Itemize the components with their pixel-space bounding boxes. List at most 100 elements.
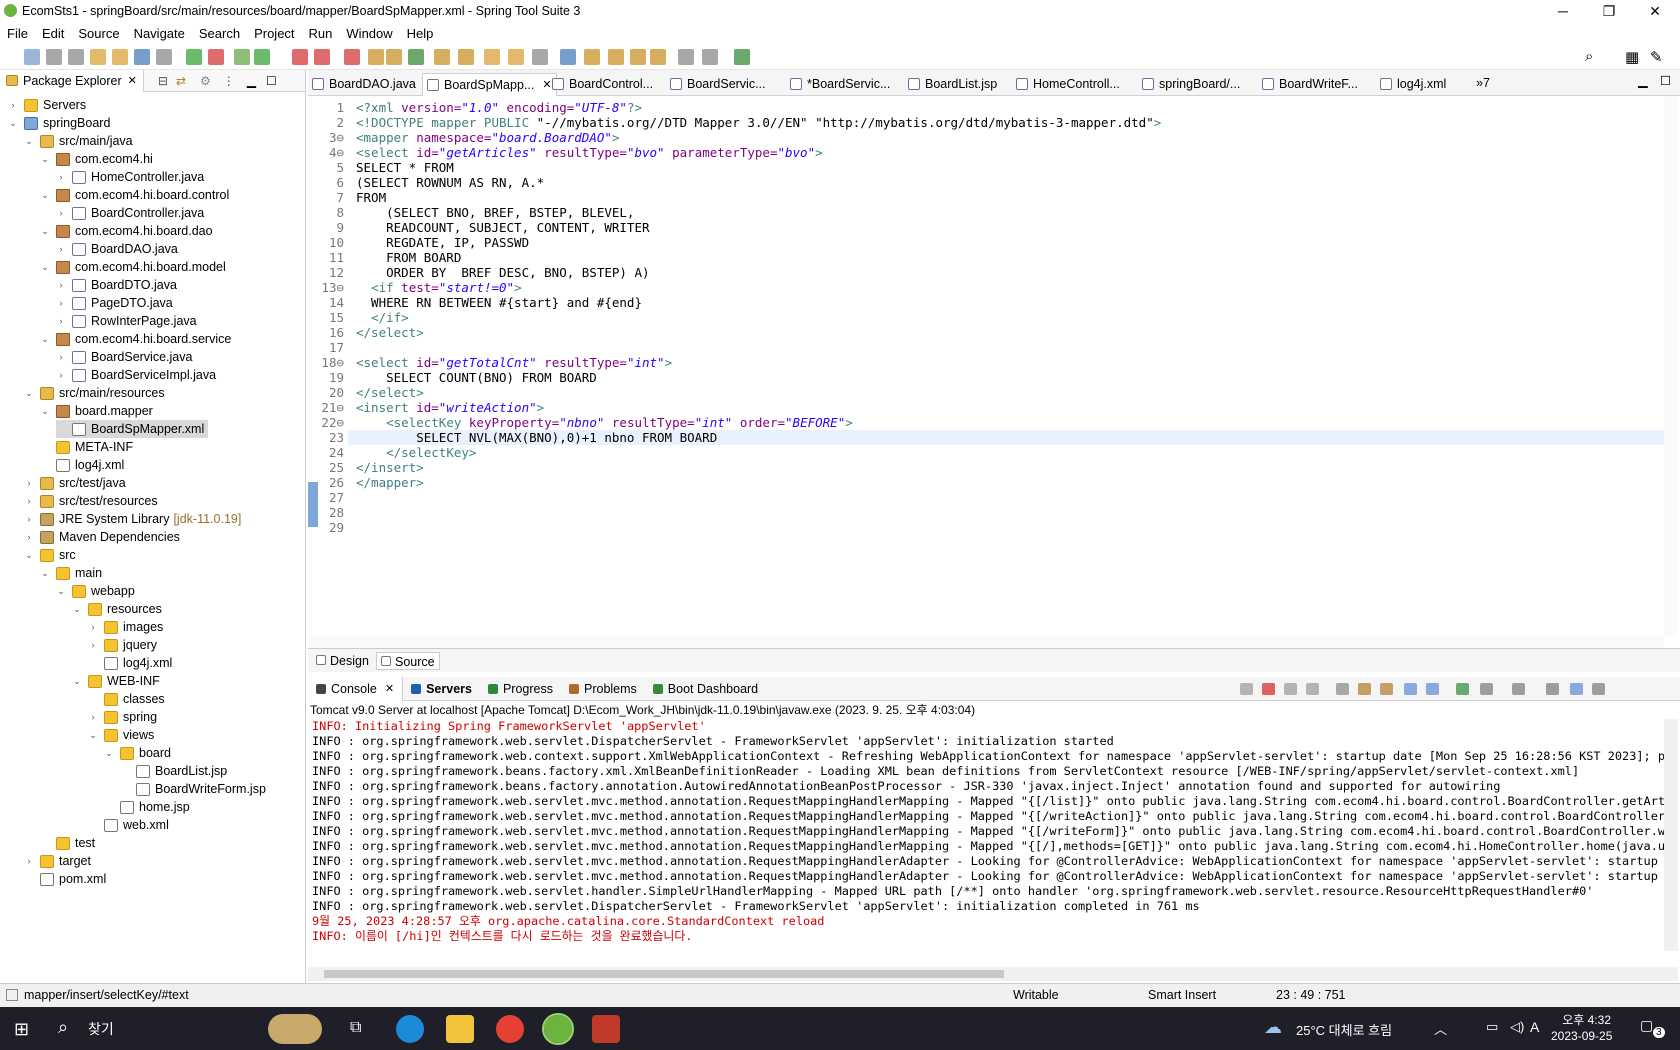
console-horizontal-scrollbar[interactable] [308,967,1678,981]
tree-item[interactable]: home.jsp [104,798,190,816]
editor-tab[interactable]: log4j.xml [1380,74,1446,94]
code-line[interactable]: SELECT NVL(MAX(BNO),0)+1 nbno FROM BOARD [356,430,717,445]
toolbar-button-icon[interactable] [560,49,576,65]
chevron-right-icon[interactable]: › [56,244,66,254]
tab-design[interactable]: Design [312,652,373,670]
spacer[interactable] [88,820,98,830]
weather-text[interactable]: 25°C 대체로 흐림 [1296,1020,1392,1039]
tree-item[interactable]: › RowInterPage.java [56,312,197,330]
menu-search[interactable]: Search [192,26,247,41]
chevron-down-icon[interactable]: ⌄ [24,550,34,560]
tab-console[interactable]: Console ✕ [308,676,404,701]
tab-progress[interactable]: Progress [480,677,561,701]
tab-boot-dashboard[interactable]: Boot Dashboard [645,677,766,701]
network-icon[interactable]: ▭ [1486,1019,1498,1035]
code-line[interactable]: <select id="getTotalCnt" resultType="int… [356,355,672,370]
toolbar-button-icon[interactable] [508,49,524,65]
tree-item[interactable]: ⌄ main [40,564,102,582]
spring-perspective-icon[interactable]: ✎ [1650,48,1663,66]
editor-tab[interactable]: BoardWriteF... [1262,74,1358,94]
menu-edit[interactable]: Edit [35,26,71,41]
tree-item[interactable]: classes [88,690,165,708]
menu-file[interactable]: File [0,26,35,41]
tree-item[interactable]: › jquery [88,636,158,654]
console-toolbar-icon[interactable] [1512,683,1525,695]
chevron-right-icon[interactable]: › [56,280,66,290]
code-line[interactable]: SELECT * FROM [356,160,454,175]
chevron-down-icon[interactable]: ⌄ [24,388,34,398]
chevron-down-icon[interactable]: ⌄ [24,136,34,146]
taskbar-search-label[interactable]: 찾기 [88,1019,114,1039]
editor-vertical-scrollbar[interactable] [1664,96,1678,636]
code-line[interactable]: </select> [356,325,424,340]
tree-item[interactable]: log4j.xml [88,654,172,672]
toolbar-button-icon[interactable] [368,49,384,65]
link-editor-icon[interactable]: ⇄ [176,74,186,88]
spacer[interactable] [40,442,50,452]
console-toolbar-icon[interactable] [1570,683,1583,695]
tree-item[interactable]: › src/test/resources [24,492,158,510]
tree-item[interactable]: BoardWriteForm.jsp [120,780,266,798]
toolbar-button-icon[interactable] [344,49,360,65]
close-button[interactable]: ✕ [1632,0,1678,22]
code-line[interactable]: </selectKey> [356,445,476,460]
chevron-right-icon[interactable]: › [88,622,98,632]
code-line[interactable]: <!DOCTYPE mapper PUBLIC "-//mybatis.org/… [356,115,1161,130]
console-toolbar-icon[interactable] [1336,683,1349,695]
code-line[interactable]: </mapper> [356,475,424,490]
console-toolbar-icon[interactable] [1546,683,1559,695]
toolbar-button-icon[interactable] [608,49,624,65]
tree-item[interactable]: ⌄ com.ecom4.hi [40,150,153,168]
clock-time[interactable]: 오후 4:32 [1561,1011,1611,1028]
tab-problems[interactable]: Problems [561,677,645,701]
tree-item[interactable]: › Servers [8,96,87,114]
notification-icon[interactable]: ▢ [1640,1017,1653,1034]
code-line[interactable]: REGDATE, IP, PASSWD [356,235,529,250]
toolbar-button-icon[interactable] [734,49,750,65]
toolbar-button-icon[interactable] [112,49,128,65]
code-line[interactable]: </if> [356,310,409,325]
tree-item[interactable]: ⌄ src/main/java [24,132,132,150]
chevron-right-icon[interactable]: › [56,172,66,182]
menu-window[interactable]: Window [339,26,399,41]
minimize-view-icon[interactable]: ▁ [1638,73,1648,88]
chevron-down-icon[interactable]: ⌄ [40,262,50,272]
tab-servers[interactable]: Servers [403,677,480,701]
spacer[interactable] [56,424,66,434]
editor-horizontal-scrollbar[interactable] [308,636,1664,648]
toolbar-button-icon[interactable] [678,49,694,65]
tree-item[interactable]: ⌄ src/main/resources [24,384,164,402]
console-toolbar-icon[interactable] [1480,683,1493,695]
tree-item[interactable]: ⌄ views [88,726,154,744]
console-vertical-scrollbar[interactable] [1664,719,1678,951]
console-output[interactable]: INFO: Initializing Spring FrameworkServl… [308,719,1664,951]
tree-item[interactable]: ⌄ WEB-INF [72,672,160,690]
chevron-down-icon[interactable]: ⌄ [40,226,50,236]
console-toolbar-icon[interactable] [1380,683,1393,695]
tree-item[interactable]: ⌄ board.mapper [40,402,153,420]
editor-tab[interactable]: HomeControll... [1016,74,1120,94]
menu-project[interactable]: Project [247,26,301,41]
toolbar-button-icon[interactable] [46,49,62,65]
code-line[interactable]: SELECT COUNT(BNO) FROM BOARD [356,370,597,385]
editor-tab[interactable]: BoardList.jsp [908,74,997,94]
tree-item[interactable]: › spring [88,708,158,726]
tree-item[interactable]: ⌄ com.ecom4.hi.board.model [40,258,226,276]
maximize-view-icon[interactable]: ☐ [1660,73,1671,88]
chevron-down-icon[interactable]: ⌄ [40,154,50,164]
tree-item[interactable]: ⌄ com.ecom4.hi.board.dao [40,222,212,240]
toolbar-button-icon[interactable] [458,49,474,65]
toolbar-button-icon[interactable] [90,49,106,65]
chevron-right-icon[interactable]: › [56,208,66,218]
code-line[interactable]: <select id="getArticles" resultType="bvo… [356,145,823,160]
spacer[interactable] [120,784,130,794]
spacer[interactable] [120,766,130,776]
more-tabs-indicator[interactable]: »7 [1476,76,1490,90]
toolbar-button-icon[interactable] [254,49,270,65]
toolbar-button-icon[interactable] [234,49,250,65]
editor-tab[interactable]: *BoardServic... [790,74,890,94]
tree-item[interactable]: ⌄ com.ecom4.hi.board.service [40,330,231,348]
tree-item[interactable]: log4j.xml [40,456,124,474]
toolbar-button-icon[interactable] [434,49,450,65]
toolbar-button-icon[interactable] [584,49,600,65]
